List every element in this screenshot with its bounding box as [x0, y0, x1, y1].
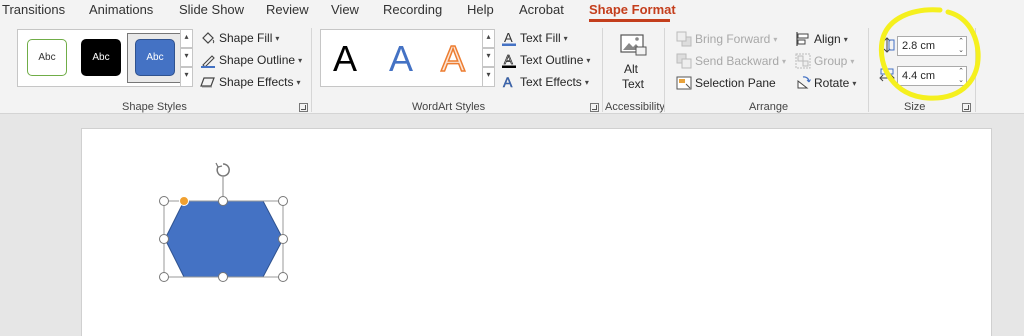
- shape-styles-gallery: Abc Abc Abc: [17, 29, 182, 87]
- arrange-group-label: Arrange: [749, 101, 789, 113]
- size-launcher[interactable]: [962, 103, 971, 112]
- selected-shape[interactable]: [150, 155, 300, 295]
- tab-shape-format[interactable]: Shape Format: [589, 2, 676, 17]
- send-backward-button[interactable]: Send Backward ▾: [676, 53, 786, 69]
- resize-handle[interactable]: [278, 196, 288, 206]
- resize-handle[interactable]: [218, 196, 228, 206]
- wordart-style-blue[interactable]: A: [389, 38, 413, 80]
- bring-forward-button[interactable]: Bring Forward ▾: [676, 31, 777, 47]
- group-separator: [602, 28, 603, 112]
- svg-text:A: A: [504, 52, 513, 67]
- wordart-styles-launcher[interactable]: [590, 103, 599, 112]
- resize-handle[interactable]: [278, 234, 288, 244]
- text-effects-icon: A: [501, 74, 517, 91]
- selection-pane-button[interactable]: Selection Pane: [676, 75, 776, 91]
- rotate-icon: [795, 75, 811, 91]
- align-icon: [795, 31, 811, 47]
- shape-styles-group-label: Shape Styles: [122, 101, 187, 113]
- text-outline-button[interactable]: A Text Outline ▾: [501, 52, 590, 68]
- text-effects-button[interactable]: A Text Effects ▾: [501, 74, 589, 91]
- group-separator: [664, 28, 665, 112]
- resize-handle[interactable]: [159, 234, 169, 244]
- shape-fill-button[interactable]: Shape Fill ▾: [200, 30, 279, 46]
- group-icon: [795, 53, 811, 69]
- wordart-gallery: A A A: [320, 29, 483, 87]
- shape-style-swatch-outline-green[interactable]: Abc: [27, 39, 67, 76]
- adjustment-handle[interactable]: [179, 196, 189, 206]
- shape-effects-icon: [200, 74, 216, 90]
- shape-styles-launcher[interactable]: [299, 103, 308, 112]
- wordart-styles-group-label: WordArt Styles: [412, 101, 486, 113]
- shape-outline-button[interactable]: Shape Outline ▾: [200, 52, 302, 68]
- text-outline-icon: A: [501, 52, 517, 68]
- selection-pane-icon: [676, 75, 692, 91]
- wordart-scroll-down[interactable]: ▾: [482, 48, 495, 67]
- tab-help[interactable]: Help: [467, 2, 494, 17]
- shape-style-swatch-blue[interactable]: Abc: [135, 39, 175, 76]
- wordart-style-black[interactable]: A: [333, 38, 357, 80]
- wordart-more-button[interactable]: ▾: [482, 67, 495, 87]
- resize-handle[interactable]: [278, 272, 288, 282]
- gallery-more-button[interactable]: ▾: [180, 67, 193, 87]
- resize-handle[interactable]: [159, 272, 169, 282]
- send-backward-icon: [676, 53, 692, 69]
- svg-text:A: A: [503, 74, 513, 90]
- gallery-scroll-up[interactable]: ▴: [180, 29, 193, 48]
- accessibility-group-label: Accessibility: [605, 101, 665, 113]
- tab-review[interactable]: Review: [266, 2, 309, 17]
- shape-style-swatch-black[interactable]: Abc: [81, 39, 121, 76]
- bring-forward-icon: [676, 31, 692, 47]
- paint-bucket-icon: [200, 30, 216, 46]
- align-button[interactable]: Align ▾: [795, 31, 848, 47]
- text-fill-icon: A: [501, 30, 517, 46]
- resize-handle[interactable]: [159, 196, 169, 206]
- tab-slide-show[interactable]: Slide Show: [179, 2, 244, 17]
- wordart-style-orange-outline[interactable]: A: [440, 37, 466, 80]
- picture-icon: [619, 32, 647, 58]
- pen-icon: [200, 52, 216, 68]
- text-fill-button[interactable]: A Text Fill ▾: [501, 30, 568, 46]
- rotate-handle-icon[interactable]: [216, 163, 230, 177]
- tab-recording[interactable]: Recording: [383, 2, 442, 17]
- tab-view[interactable]: View: [331, 2, 359, 17]
- gallery-scroll-down[interactable]: ▾: [180, 48, 193, 67]
- alt-text-button[interactable]: Alt Text: [613, 30, 655, 92]
- resize-handle[interactable]: [218, 272, 228, 282]
- svg-text:A: A: [504, 30, 513, 45]
- tab-acrobat[interactable]: Acrobat: [519, 2, 564, 17]
- shape-effects-button[interactable]: Shape Effects ▾: [200, 74, 301, 90]
- slide-editor-canvas: [0, 115, 1024, 336]
- group-button[interactable]: Group ▾: [795, 53, 854, 69]
- hexagon-shape[interactable]: [164, 200, 284, 278]
- annotation-highlight-circle: [878, 7, 981, 101]
- wordart-scroll-up[interactable]: ▴: [482, 29, 495, 48]
- tab-animations[interactable]: Animations: [89, 2, 153, 17]
- tab-transitions[interactable]: Transitions: [2, 2, 65, 17]
- group-separator: [311, 28, 312, 112]
- rotate-button[interactable]: Rotate ▾: [795, 75, 856, 91]
